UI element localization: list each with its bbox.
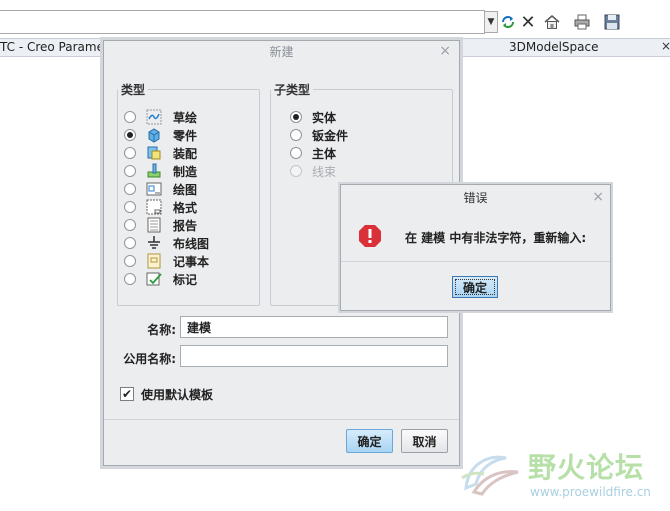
tab-3dmodelspace[interactable]: 3DModelSpace xyxy=(509,40,598,54)
radio-bulk[interactable] xyxy=(290,147,302,159)
type-option-markup[interactable]: 标记 xyxy=(124,270,197,288)
watermark-logo xyxy=(461,455,519,496)
type-option-part[interactable]: 零件 xyxy=(124,126,197,144)
assembly-icon xyxy=(146,145,162,161)
report-icon xyxy=(146,217,162,233)
tab-close-icon[interactable]: × xyxy=(661,39,670,53)
stop-icon: ✕ xyxy=(520,11,536,33)
type-label: 格式 xyxy=(173,200,198,215)
sketch-icon xyxy=(146,109,162,125)
type-label: 标记 xyxy=(173,272,198,287)
type-label: 布线图 xyxy=(173,236,210,251)
radio-report[interactable] xyxy=(124,219,136,231)
radio-drawing[interactable] xyxy=(124,183,136,195)
home-button[interactable] xyxy=(542,11,562,33)
type-option-diagram[interactable]: 布线图 xyxy=(124,234,209,252)
print-button[interactable] xyxy=(572,11,592,33)
type-label: 记事本 xyxy=(173,254,210,269)
type-label: 绘图 xyxy=(173,182,198,197)
subtype-option-solid[interactable]: 实体 xyxy=(290,108,336,126)
part-icon xyxy=(146,127,162,143)
use-default-template-checkbox[interactable]: ✔ xyxy=(120,387,134,401)
print-icon xyxy=(574,14,590,30)
type-label: 报告 xyxy=(173,218,198,233)
subtype-label: 实体 xyxy=(312,110,337,125)
subtype-label: 钣金件 xyxy=(312,128,349,143)
radio-notebook[interactable] xyxy=(124,255,136,267)
error-message: 在 建模 中有非法字符，重新输入: xyxy=(405,231,587,245)
radio-manufacturing[interactable] xyxy=(124,165,136,177)
radio-markup[interactable] xyxy=(124,273,136,285)
notebook-icon xyxy=(146,253,162,269)
type-option-report[interactable]: 报告 xyxy=(124,216,197,234)
subtype-label: 主体 xyxy=(312,146,337,161)
radio-sheetmetal[interactable] xyxy=(290,129,302,141)
radio-sketch[interactable] xyxy=(124,111,136,123)
radio-assembly[interactable] xyxy=(124,147,136,159)
format-icon xyxy=(146,199,162,215)
common-name-label: 公用名称: xyxy=(123,352,176,366)
watermark: 野火论坛 www.proewildfire.cn xyxy=(458,442,668,504)
divider xyxy=(104,419,459,420)
subtype-option-bulk[interactable]: 主体 xyxy=(290,144,336,162)
type-option-sketch[interactable]: 草绘 xyxy=(124,108,197,126)
ok-button[interactable]: 确定 xyxy=(346,429,393,453)
dialog-title: 新建 xyxy=(269,45,294,59)
checkmark-icon: ✔ xyxy=(121,387,133,401)
use-default-template-label: 使用默认模板 xyxy=(141,388,214,402)
radio-solid[interactable] xyxy=(290,111,302,123)
cancel-button[interactable]: 取消 xyxy=(401,429,448,453)
common-name-input[interactable] xyxy=(180,345,448,367)
type-label: 装配 xyxy=(173,146,198,161)
manufacturing-icon xyxy=(146,163,162,179)
refresh-button[interactable] xyxy=(498,11,518,33)
refresh-icon xyxy=(502,16,514,28)
stop-button[interactable]: ✕ xyxy=(518,11,538,33)
name-input[interactable]: 建模 xyxy=(180,316,448,338)
drawing-icon xyxy=(146,181,162,197)
type-option-drawing[interactable]: 绘图 xyxy=(124,180,197,198)
subtype-option-sheetmetal[interactable]: 钣金件 xyxy=(290,126,348,144)
radio-part[interactable] xyxy=(124,129,136,141)
type-label: 草绘 xyxy=(173,110,198,125)
chevron-down-icon: ▼ xyxy=(487,17,495,27)
tab-creo-parametric[interactable]: TC - Creo Parametr xyxy=(0,40,114,54)
home-icon xyxy=(544,15,560,29)
type-option-manufacturing[interactable]: 制造 xyxy=(124,162,197,180)
error-ok-button[interactable]: 确定 xyxy=(452,276,498,298)
close-icon[interactable]: × xyxy=(592,189,604,205)
error-dialog: 错误 × 在 建模 中有非法字符，重新输入: 确定 xyxy=(340,184,611,311)
type-label: 制造 xyxy=(173,164,198,179)
divider xyxy=(341,261,610,262)
markup-icon xyxy=(146,271,162,287)
type-option-notebook[interactable]: 记事本 xyxy=(124,252,209,270)
close-icon[interactable]: × xyxy=(439,43,451,59)
radio-harness xyxy=(290,165,302,177)
watermark-url: www.proewildfire.cn xyxy=(530,485,651,499)
subtype-label: 线束 xyxy=(312,164,337,179)
watermark-title: 野火论坛 xyxy=(528,451,645,484)
save-icon xyxy=(604,14,620,30)
radio-format[interactable] xyxy=(124,201,136,213)
error-dialog-title: 错误 xyxy=(463,191,488,205)
subtype-option-harness: 线束 xyxy=(290,162,336,180)
type-legend: 类型 xyxy=(121,83,146,97)
type-option-format[interactable]: 格式 xyxy=(124,198,197,216)
subtype-legend: 子类型 xyxy=(274,83,311,97)
diagram-icon xyxy=(146,235,162,251)
save-button[interactable] xyxy=(602,11,622,33)
name-label: 名称: xyxy=(147,323,176,337)
error-icon xyxy=(359,225,381,247)
address-bar[interactable] xyxy=(0,10,485,34)
radio-diagram[interactable] xyxy=(124,237,136,249)
type-option-assembly[interactable]: 装配 xyxy=(124,144,197,162)
type-label: 零件 xyxy=(173,128,198,143)
address-dropdown-button[interactable]: ▼ xyxy=(484,11,498,33)
